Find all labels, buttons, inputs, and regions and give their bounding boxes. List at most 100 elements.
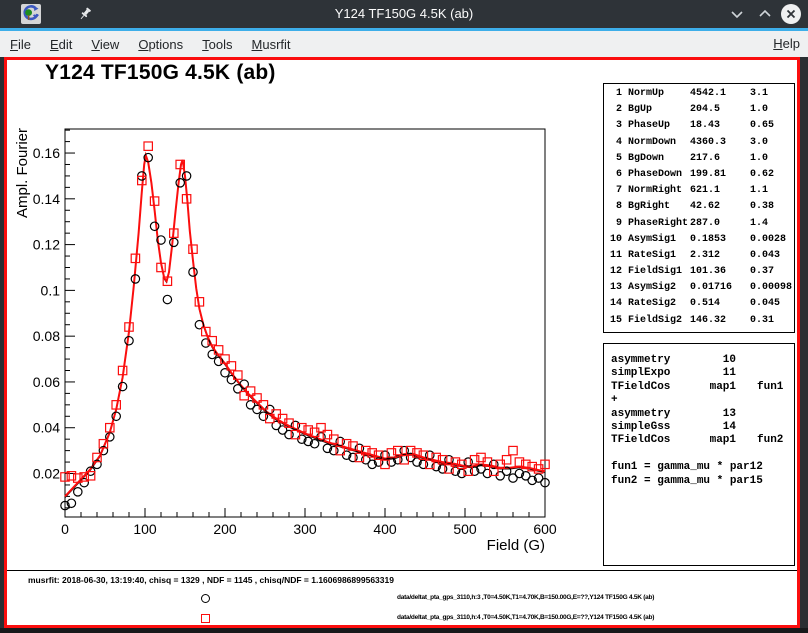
theory-text: map1 xyxy=(710,381,736,393)
y-tick-label: 0.08 xyxy=(33,328,60,344)
theory-line xyxy=(604,448,794,461)
maximize-button[interactable] xyxy=(754,3,776,25)
param-error: 0.045 xyxy=(750,298,780,309)
param-value: 0.514 xyxy=(690,298,720,309)
y-tick-label: 0.12 xyxy=(33,237,60,253)
param-row: 9PhaseRight287.01.4 xyxy=(604,218,794,234)
x-tick-label: 100 xyxy=(133,521,157,537)
data-point-circle xyxy=(259,412,267,420)
param-name: FieldSig2 xyxy=(628,315,682,326)
theory-text: + xyxy=(611,394,618,406)
param-idx: 7 xyxy=(606,185,622,196)
param-error: 0.62 xyxy=(750,169,774,180)
legend-circle-marker-icon xyxy=(201,594,210,603)
param-name: NormDown xyxy=(628,137,676,148)
close-button[interactable] xyxy=(780,3,802,25)
data-point-circle xyxy=(336,437,344,445)
theory-line: fun2 = gamma_mu * par15 xyxy=(604,475,794,488)
param-idx: 3 xyxy=(606,120,622,131)
y-tick-label: 0.04 xyxy=(33,420,60,436)
theory-text: fun2 xyxy=(757,434,783,446)
menu-item-options[interactable]: Options xyxy=(138,37,183,52)
menu-item-view[interactable]: View xyxy=(91,37,119,52)
param-error: 3.0 xyxy=(750,137,768,148)
param-name: PhaseUp xyxy=(628,120,670,131)
data-point-circle xyxy=(150,222,158,230)
param-error: 0.00098 xyxy=(750,282,792,293)
param-error: 1.1 xyxy=(750,185,768,196)
menu-item-musrfit[interactable]: Musrfit xyxy=(252,37,291,52)
legend-label: data/deltat_pta_gps_3110,h:3 ,T0=4.50K,T… xyxy=(397,594,654,601)
param-name: PhaseDown xyxy=(628,169,682,180)
param-row: 1 NormUp 4542.1 3.1 xyxy=(604,88,794,104)
param-idx: 9 xyxy=(606,218,622,229)
param-idx: 2 xyxy=(606,104,622,115)
menu-item-tools[interactable]: Tools xyxy=(202,37,232,52)
param-row: 5BgDown217.61.0 xyxy=(604,153,794,169)
legend-row: data/deltat_pta_gps_3110,h:3 ,T0=4.50K,T… xyxy=(7,593,797,605)
fit-parameter-box[interactable]: 1NormUp4542.13.12BgUp204.51.03PhaseUp18.… xyxy=(603,83,795,333)
param-error: 1.4 xyxy=(750,218,768,229)
theory-box[interactable]: asymmetry10simplExpo11TFieldCosmap1fun1+… xyxy=(603,343,795,566)
param-name: BgDown xyxy=(628,153,664,164)
param-error: 0.38 xyxy=(750,201,774,212)
param-value: 287.0 xyxy=(690,218,720,229)
param-name: BgRight xyxy=(628,201,670,212)
y-tick-label: 0.02 xyxy=(33,466,60,482)
data-point-circle xyxy=(214,357,222,365)
param-value: 4360.3 xyxy=(690,137,726,148)
param-row: 6 PhaseDown 199.81 0.62 xyxy=(604,169,794,185)
menu-item-help[interactable]: Help xyxy=(773,31,800,57)
legend-pad: musrfit: 2018-06-30, 13:19:40, chisq = 1… xyxy=(7,570,797,622)
menu-item-edit[interactable]: Edit xyxy=(50,37,72,52)
minimize-button[interactable] xyxy=(726,3,748,25)
param-value: 4542.1 xyxy=(690,88,726,99)
menu-item-file[interactable]: File xyxy=(10,37,31,52)
param-idx: 12 xyxy=(606,266,622,277)
data-point-circle xyxy=(74,488,82,496)
fit-line-black xyxy=(65,157,545,498)
param-value: 42.62 xyxy=(690,201,720,212)
x-tick-label: 500 xyxy=(453,521,477,537)
window-title: Y124 TF150G 4.5K (ab) xyxy=(0,0,808,28)
root-canvas[interactable]: Y124 TF150G 4.5K (ab) 0.020.040.060.080.… xyxy=(4,57,800,628)
param-error: 3.1 xyxy=(750,88,768,99)
param-row: 11RateSig12.3120.043 xyxy=(604,250,794,266)
param-row: 2BgUp204.51.0 xyxy=(604,104,794,120)
menubar: File Edit View Options Tools Musrfit Help xyxy=(0,31,808,57)
param-error: 1.0 xyxy=(750,153,768,164)
param-error: 0.0028 xyxy=(750,234,786,245)
param-row: 12FieldSig1101.360.37 xyxy=(604,266,794,282)
param-idx: 1 xyxy=(606,88,622,99)
legend-row: data/deltat_pta_gps_3110,h:4 ,T0=4.50K,T… xyxy=(7,613,797,625)
y-tick-label: 0.16 xyxy=(33,145,60,161)
x-tick-label: 600 xyxy=(533,521,557,537)
theory-text: 10 xyxy=(723,354,736,366)
param-row: 7NormRight621.11.1 xyxy=(604,185,794,201)
param-row: 4NormDown4360.33.0 xyxy=(604,137,794,153)
theory-line: TFieldCosmap1fun1 xyxy=(604,381,794,394)
y-axis-title: Ampl. Fourier xyxy=(14,128,31,218)
x-tick-label: 300 xyxy=(293,521,317,537)
param-name: AsymSig2 xyxy=(628,282,676,293)
theory-line: asymmetry13 xyxy=(604,408,794,421)
fit-status-line: musrfit: 2018-06-30, 13:19:40, chisq = 1… xyxy=(28,575,394,585)
theory-text: fun1 xyxy=(757,381,783,393)
param-error: 0.37 xyxy=(750,266,774,277)
theory-text: simpleGss xyxy=(611,421,670,433)
data-point-circle xyxy=(464,458,472,466)
theory-text: fun2 = gamma_mu * par15 xyxy=(611,475,763,487)
param-row: 14RateSig20.5140.045 xyxy=(604,298,794,314)
param-idx: 6 xyxy=(606,169,622,180)
theory-line: asymmetry10 xyxy=(604,354,794,367)
param-value: 0.1853 xyxy=(690,234,726,245)
y-tick-label: 0.14 xyxy=(33,191,60,207)
theory-text: 13 xyxy=(723,408,736,420)
param-value: 199.81 xyxy=(690,169,726,180)
data-point-circle xyxy=(176,179,184,187)
theory-text: 14 xyxy=(723,421,736,433)
param-idx: 15 xyxy=(606,315,622,326)
param-value: 0.01716 xyxy=(690,282,732,293)
theory-text: fun1 = gamma_mu * par12 xyxy=(611,461,763,473)
param-name: NormUp xyxy=(628,88,664,99)
